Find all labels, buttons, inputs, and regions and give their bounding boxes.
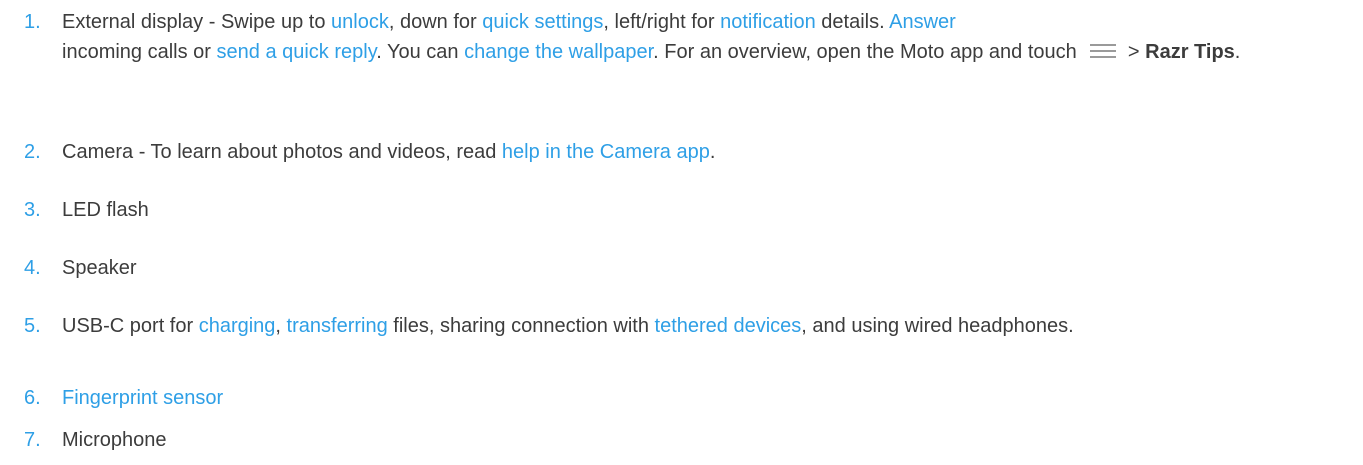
item-text: Fingerprint sensor xyxy=(62,383,1343,413)
item-number: 5. xyxy=(24,315,41,337)
answer-link[interactable]: Answer xyxy=(889,11,956,33)
item-number: 6. xyxy=(24,387,41,409)
send-quick-reply-link[interactable]: send a quick reply xyxy=(217,41,377,63)
fingerprint-sensor-link[interactable]: Fingerprint sensor xyxy=(62,387,223,409)
razr-tips-label: Razr Tips xyxy=(1145,41,1235,63)
item-number: 2. xyxy=(24,141,41,163)
list-item-usb-c-port: 5. USB-C port for charging, transferring… xyxy=(24,311,1343,341)
quick-settings-link[interactable]: quick settings xyxy=(482,11,603,33)
item-text: Microphone xyxy=(62,429,167,451)
item-text: Camera - To learn about photos and video… xyxy=(62,141,716,163)
transferring-link[interactable]: transferring xyxy=(287,315,388,337)
item-number: 4. xyxy=(24,257,41,279)
unlock-link[interactable]: unlock xyxy=(331,11,389,33)
list-item-speaker: 4. Speaker xyxy=(24,253,1343,283)
item-text: Speaker xyxy=(62,257,137,279)
camera-help-link[interactable]: help in the Camera app xyxy=(502,141,710,163)
list-item-fingerprint-sensor: 6. Fingerprint sensor xyxy=(24,383,1343,413)
item-number: 1. xyxy=(24,11,41,33)
list-item-camera: 2. Camera - To learn about photos and vi… xyxy=(24,137,1343,167)
change-wallpaper-link[interactable]: change the wallpaper xyxy=(464,41,653,63)
item-text: LED flash xyxy=(62,199,149,221)
item-number: 7. xyxy=(24,429,41,451)
menu-icon xyxy=(1090,44,1117,58)
list-item-led-flash: 3. LED flash xyxy=(24,195,1343,225)
charging-link[interactable]: charging xyxy=(199,315,276,337)
tethered-devices-link[interactable]: tethered devices xyxy=(655,315,802,337)
notification-link[interactable]: notification xyxy=(720,11,816,33)
item-number: 3. xyxy=(24,199,41,221)
list-item-external-display: 1. External display - Swipe up to unlock… xyxy=(24,7,1343,67)
list-item-microphone: 7. Microphone xyxy=(24,425,1343,455)
item-text: External display - Swipe up to unlock, d… xyxy=(62,11,1241,63)
item-text: USB-C port for charging, transferring fi… xyxy=(62,315,1074,337)
